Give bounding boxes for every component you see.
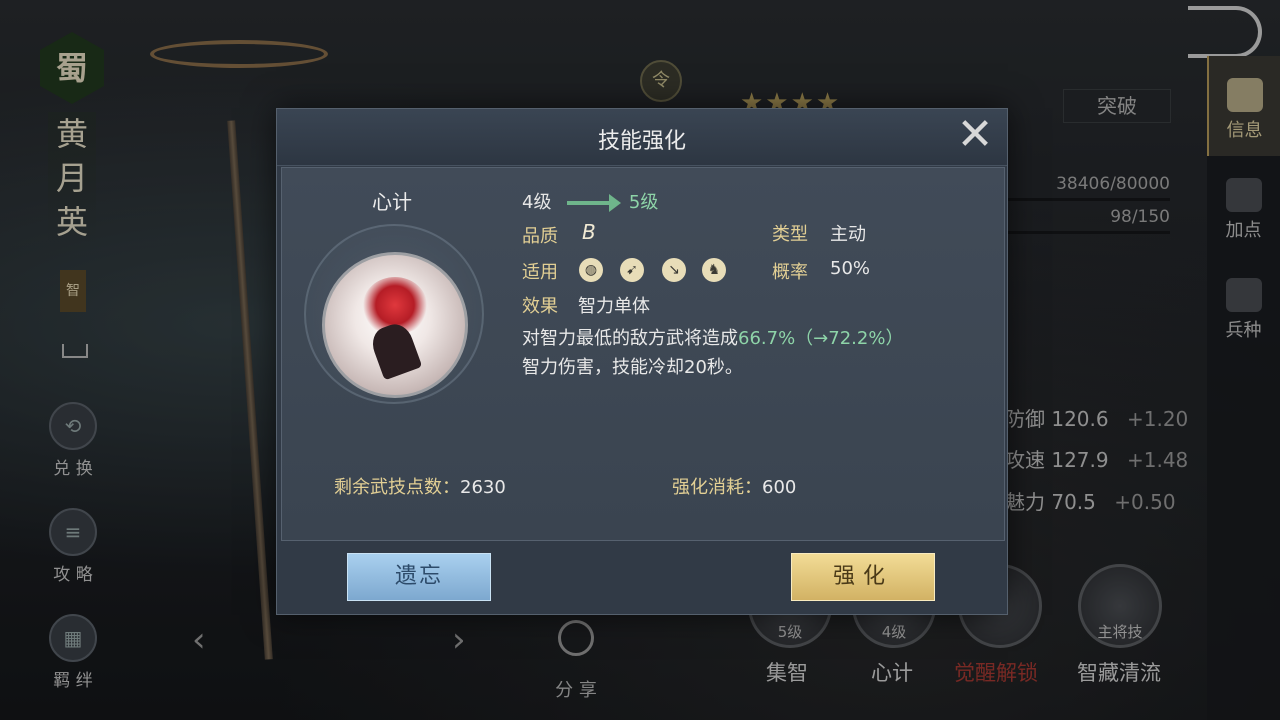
skill-art-icon: [322, 252, 468, 398]
enhance-cost: 强化消耗：600: [672, 473, 796, 499]
spear-icon: ↘: [662, 258, 686, 282]
cost-value: 600: [762, 477, 797, 498]
close-icon[interactable]: ✕: [951, 111, 999, 159]
level-change: 4级 5级: [522, 188, 658, 214]
horse-icon: ♞: [702, 258, 726, 282]
level-from: 4级: [522, 192, 552, 213]
skill-description: 对智力最低的敌方武将造成66.7%（→72.2%） 智力伤害，技能冷却20秒。: [522, 324, 982, 382]
bow-icon: ➹: [620, 258, 644, 282]
remaining-label: 剩余武技点数：: [334, 477, 460, 498]
skill-name: 心计: [372, 190, 412, 214]
arrow-right-icon: [567, 194, 622, 212]
desc-suffix: 智力伤害，技能冷却20秒。: [522, 357, 743, 378]
dialog-title: 技能强化: [597, 129, 686, 154]
effect-label: 效果: [522, 296, 558, 317]
remaining-points: 剩余武技点数：2630: [334, 473, 506, 499]
enhance-button[interactable]: 强化: [791, 553, 935, 601]
desc-prefix: 对智力最低的敌方武将造成: [522, 328, 738, 349]
applicable-label: 适用: [522, 262, 558, 283]
shield-icon: ◍: [579, 258, 603, 282]
rate-value: 50%: [830, 258, 871, 279]
dialog-body: 心计 4级 5级 品质 B 类型 主动 适用 ◍ ➹ ↘ ♞ 概率 50% 效果…: [281, 167, 1005, 541]
quality-label: 品质: [522, 226, 558, 247]
rate-label: 概率: [772, 262, 808, 283]
type-label: 类型: [772, 224, 808, 245]
cost-label: 强化消耗：: [672, 477, 762, 498]
remaining-value: 2630: [460, 477, 506, 498]
level-to: 5级: [628, 192, 659, 213]
type-value: 主动: [830, 224, 866, 245]
desc-highlight: 66.7%（→72.2%）: [738, 328, 904, 349]
dialog-header: 技能强化 ✕: [277, 109, 1007, 166]
forget-button[interactable]: 遗忘: [347, 553, 491, 601]
quality-value: B: [582, 220, 596, 244]
effect-value: 智力单体: [578, 296, 650, 317]
skill-enhance-dialog: 技能强化 ✕ 心计 4级 5级 品质 B 类型 主动 适用 ◍ ➹ ↘ ♞ 概率…: [276, 108, 1008, 615]
